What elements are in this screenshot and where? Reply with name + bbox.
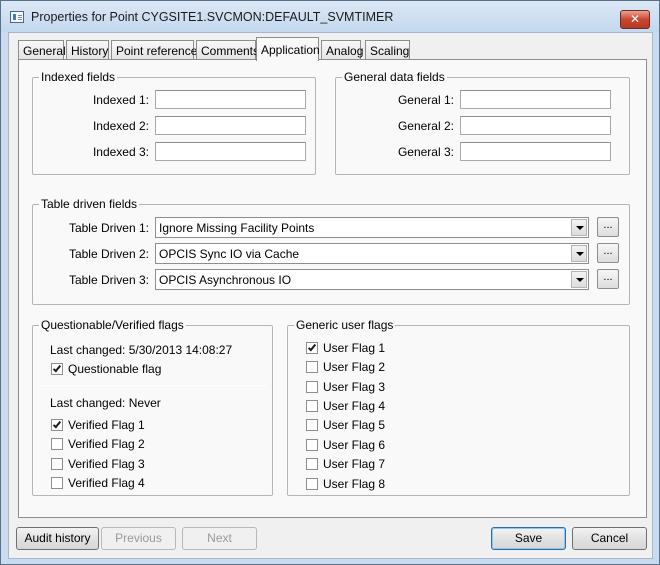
verified-flag-3-checkbox[interactable] — [51, 458, 63, 470]
user-flag-4-checkbox[interactable] — [306, 400, 318, 412]
application-tab-panel: Indexed fields Indexed 1: Indexed 2: Ind… — [18, 59, 647, 518]
chevron-down-icon[interactable] — [571, 245, 587, 262]
chevron-down-icon[interactable] — [571, 219, 587, 236]
chevron-down-icon[interactable] — [571, 271, 587, 288]
general-data-fields-title: General data fields — [342, 70, 447, 84]
indexed-2-input[interactable] — [155, 116, 306, 135]
verified-flag-3-label: Verified Flag 3 — [68, 457, 145, 471]
table-driven-1-value: Ignore Missing Facility Points — [159, 221, 315, 235]
indexed-3-label: Indexed 3: — [92, 145, 149, 159]
user-flag-1-label: User Flag 1 — [323, 341, 386, 355]
title-bar[interactable]: Properties for Point CYGSITE1.SVCMON:DEF… — [1, 1, 659, 32]
generic-user-flags-title: Generic user flags — [294, 318, 396, 332]
table-driven-1-browse-button[interactable]: ... — [597, 217, 619, 237]
indexed-2-label: Indexed 2: — [92, 119, 149, 133]
table-driven-2-value: OPCIS Sync IO via Cache — [159, 247, 300, 261]
questionable-last-changed: Last changed: 5/30/2013 14:08:27 — [50, 343, 233, 357]
questionable-flag-label: Questionable flag — [68, 362, 162, 376]
cancel-button[interactable]: Cancel — [572, 527, 647, 550]
user-flag-7-label: User Flag 7 — [323, 457, 386, 471]
previous-button[interactable]: Previous — [101, 527, 176, 550]
properties-dialog: Properties for Point CYGSITE1.SVCMON:DEF… — [0, 0, 660, 565]
window-app-icon — [10, 11, 24, 23]
table-driven-3-select[interactable]: OPCIS Asynchronous IO — [155, 269, 589, 290]
general-2-input[interactable] — [460, 116, 611, 135]
indexed-1-input[interactable] — [155, 90, 306, 109]
user-flag-4-label: User Flag 4 — [323, 399, 386, 413]
verified-flag-4-checkbox[interactable] — [51, 477, 63, 489]
user-flag-6-label: User Flag 6 — [323, 438, 386, 452]
verified-flag-4-label: Verified Flag 4 — [68, 476, 145, 490]
verified-flag-1-checkbox[interactable] — [51, 419, 63, 431]
general-1-label: General 1: — [397, 93, 454, 107]
general-3-label: General 3: — [397, 145, 454, 159]
table-driven-1-label: Table Driven 1: — [68, 221, 149, 235]
table-driven-2-select[interactable]: OPCIS Sync IO via Cache — [155, 243, 589, 264]
close-button[interactable]: ✕ — [620, 10, 650, 29]
table-driven-2-label: Table Driven 2: — [68, 247, 149, 261]
user-flag-5-label: User Flag 5 — [323, 418, 386, 432]
user-flag-1-checkbox[interactable] — [306, 342, 318, 354]
table-driven-1-select[interactable]: Ignore Missing Facility Points — [155, 217, 589, 238]
table-driven-fields-title: Table driven fields — [39, 197, 140, 211]
questionable-verified-flags-title: Questionable/Verified flags — [39, 318, 186, 332]
dialog-client-area: General History Point reference Comments… — [8, 32, 653, 559]
flags-divider — [41, 385, 267, 386]
table-driven-3-value: OPCIS Asynchronous IO — [159, 273, 292, 287]
audit-history-button[interactable]: Audit history — [16, 527, 99, 550]
verified-flag-2-label: Verified Flag 2 — [68, 437, 145, 451]
tab-point-reference[interactable]: Point reference — [111, 40, 197, 60]
next-button[interactable]: Next — [182, 527, 257, 550]
verified-flag-1-label: Verified Flag 1 — [68, 418, 145, 432]
user-flag-6-checkbox[interactable] — [306, 439, 318, 451]
user-flag-3-label: User Flag 3 — [323, 380, 386, 394]
window-title: Properties for Point CYGSITE1.SVCMON:DEF… — [31, 10, 394, 24]
user-flag-7-checkbox[interactable] — [306, 458, 318, 470]
table-driven-3-browse-button[interactable]: ... — [597, 269, 619, 289]
table-driven-2-browse-button[interactable]: ... — [597, 243, 619, 263]
user-flag-3-checkbox[interactable] — [306, 381, 318, 393]
questionable-flag-checkbox[interactable] — [51, 363, 63, 375]
verified-last-changed: Last changed: Never — [50, 396, 161, 410]
verified-flag-2-checkbox[interactable] — [51, 438, 63, 450]
user-flag-2-checkbox[interactable] — [306, 361, 318, 373]
user-flag-5-checkbox[interactable] — [306, 419, 318, 431]
indexed-3-input[interactable] — [155, 142, 306, 161]
tab-comments[interactable]: Comments — [196, 40, 259, 60]
general-1-input[interactable] — [460, 90, 611, 109]
tab-general[interactable]: General — [18, 40, 66, 60]
general-3-input[interactable] — [460, 142, 611, 161]
tab-scaling[interactable]: Scaling — [365, 40, 410, 60]
tab-analog[interactable]: Analog — [321, 40, 363, 60]
general-2-label: General 2: — [397, 119, 454, 133]
user-flag-8-label: User Flag 8 — [323, 477, 386, 491]
indexed-1-label: Indexed 1: — [92, 93, 149, 107]
tab-history[interactable]: History — [66, 40, 109, 60]
table-driven-3-label: Table Driven 3: — [68, 273, 149, 287]
user-flag-2-label: User Flag 2 — [323, 360, 386, 374]
tab-application[interactable]: Application — [256, 37, 320, 61]
user-flag-8-checkbox[interactable] — [306, 478, 318, 490]
indexed-fields-title: Indexed fields — [39, 70, 118, 84]
save-button[interactable]: Save — [491, 527, 566, 550]
